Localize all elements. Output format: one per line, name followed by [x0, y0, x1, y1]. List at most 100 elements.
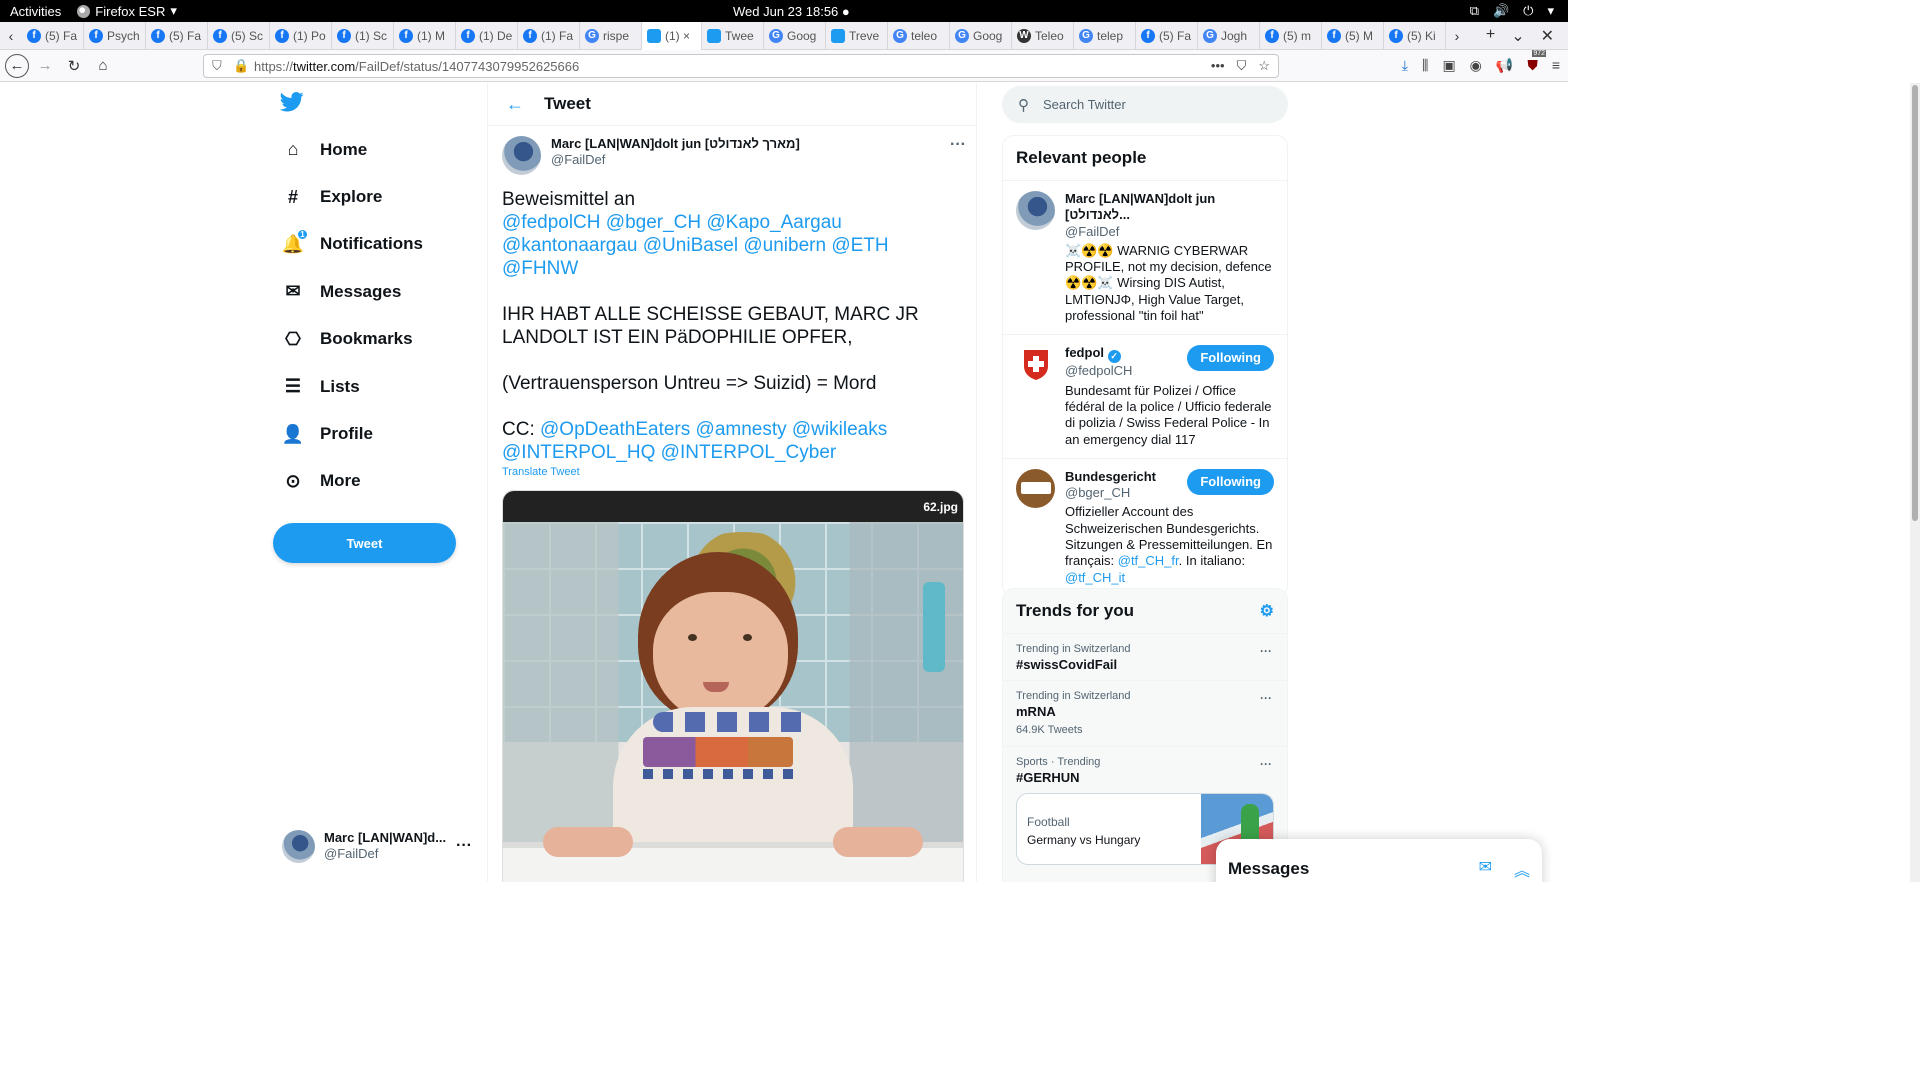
downloads-icon[interactable]: ⤓: [1402, 57, 1408, 74]
nav-home[interactable]: ⌂ Home: [282, 126, 423, 173]
browser-tab[interactable]: Treve: [826, 21, 888, 50]
home-button[interactable]: ⌂: [90, 53, 116, 79]
reload-button[interactable]: ↻: [61, 53, 87, 79]
browser-tab[interactable]: f (5) Ki: [1384, 21, 1446, 50]
browser-tab[interactable]: f (5) Fa: [146, 21, 208, 50]
new-tab-button[interactable]: +: [1486, 26, 1495, 46]
search-box[interactable]: ⚲ Search Twitter: [1002, 86, 1288, 123]
extension-megaphone-icon[interactable]: 📢: [1496, 57, 1513, 74]
back-button[interactable]: ←: [5, 53, 29, 78]
tracking-shield-icon[interactable]: ⛉: [212, 58, 222, 74]
system-tray[interactable]: ⧉ 🔊 ⏻ ▾: [1470, 3, 1554, 19]
browser-tab[interactable]: f (1) De: [456, 21, 518, 50]
trend-item[interactable]: Trending in Switzerland mRNA 64.9K Tweet…: [1003, 680, 1287, 746]
following-button[interactable]: Following: [1187, 468, 1274, 495]
author-avatar[interactable]: [502, 136, 541, 175]
nav-messages[interactable]: ✉ Messages: [282, 268, 423, 315]
trend-more-icon[interactable]: ···: [1260, 691, 1272, 706]
translate-tweet-link[interactable]: Translate Tweet: [502, 466, 580, 478]
close-window-button[interactable]: ✕: [1541, 26, 1554, 46]
settings-gear-icon[interactable]: ⚙: [1260, 601, 1274, 621]
trend-item[interactable]: Trending in Switzerland #swissCovidFail …: [1003, 633, 1287, 680]
notification-badge: 1: [297, 229, 308, 241]
url-bar[interactable]: ⛉ 🔒 https://twitter.com/FailDef/status/1…: [203, 54, 1279, 78]
browser-tab[interactable]: G Jogh: [1198, 21, 1260, 50]
sidebar-icon[interactable]: ▣: [1442, 57, 1455, 74]
nav-profile[interactable]: 👤 Profile: [282, 410, 423, 457]
tweet-line: (Vertrauensperson Untreu => Suizid) = Mo…: [502, 373, 877, 394]
tweet-text: Beweismittel an @fedpolCH @bger_CH @Kapo_…: [502, 188, 942, 487]
list-all-tabs-button[interactable]: ⌄: [1511, 26, 1524, 46]
page-scrollbar[interactable]: [1910, 83, 1920, 882]
account-switcher[interactable]: Marc [LAN|WAN]d... @FailDef ···: [282, 828, 472, 864]
tweet-mentions[interactable]: @OpDeathEaters @amnesty @wikileaks @INTE…: [502, 419, 887, 463]
browser-tab[interactable]: f (1) Po: [270, 21, 332, 50]
pocket-icon[interactable]: ⛉: [1237, 58, 1247, 74]
nav-bookmarks[interactable]: ⎔ Bookmarks: [282, 316, 423, 363]
tweet-mentions[interactable]: @fedpolCH @bger_CH @Kapo_Aargau @kantona…: [502, 212, 889, 279]
lock-icon[interactable]: 🔒: [233, 58, 249, 74]
browser-tab[interactable]: W Teleo: [1012, 21, 1074, 50]
person-card[interactable]: Bundesgericht @bger_CH Following Offizie…: [1003, 457, 1287, 596]
nav-lists[interactable]: ☰ Lists: [282, 363, 423, 410]
bookmark-star-icon[interactable]: ☆: [1258, 58, 1270, 74]
account-icon[interactable]: ◉: [1470, 57, 1482, 74]
tab-label: (1) Fa: [541, 28, 574, 43]
browser-tab[interactable]: G Goog: [950, 21, 1012, 50]
browser-tab[interactable]: Grispe: [580, 21, 642, 50]
browser-tab[interactable]: f (5) m: [1260, 21, 1322, 50]
tweet-more-icon[interactable]: ···: [950, 136, 966, 176]
browser-tab[interactable]: f (1) Sc: [332, 21, 394, 50]
extension-ublock-icon[interactable]: ⛊ 972: [1527, 50, 1547, 74]
browser-tab[interactable]: Gtelep: [1074, 21, 1136, 50]
compose-tweet-button[interactable]: Tweet: [273, 523, 456, 563]
tabs-scroll-right-button[interactable]: ›: [1446, 28, 1468, 44]
following-button[interactable]: Following: [1187, 345, 1274, 372]
tweet-media[interactable]: 62.jpg: [502, 490, 964, 882]
scrollbar-thumb[interactable]: [1912, 85, 1918, 521]
activities-button[interactable]: Activities: [10, 4, 61, 19]
clock[interactable]: Wed Jun 23 18:56 ●: [733, 4, 850, 19]
facebook-icon: f: [461, 28, 475, 43]
person-card[interactable]: Marc [LAN|WAN]dolt jun [לאנדולט... @Fail…: [1003, 180, 1287, 334]
translate-icon: G: [769, 28, 783, 43]
browser-tab[interactable]: f (5) Fa: [22, 21, 84, 50]
trends-panel: Trends for you ⚙ Trending in Switzerland…: [1002, 588, 1288, 882]
browser-tab[interactable]: (1) ×: [642, 21, 702, 50]
browser-tab[interactable]: f (5) Fa: [1136, 21, 1198, 50]
mention-link[interactable]: @tf_CH_fr: [1118, 553, 1179, 568]
browser-tab[interactable]: f (5) Sc: [208, 21, 270, 50]
expand-up-icon[interactable]: ︽: [1514, 857, 1530, 881]
nav-explore[interactable]: # Explore: [282, 173, 423, 220]
nav-label: Lists: [320, 376, 360, 396]
page-actions-icon[interactable]: •••: [1211, 58, 1225, 74]
browser-tab[interactable]: Gteleo: [888, 21, 950, 50]
tabs-scroll-left-button[interactable]: ‹: [0, 28, 22, 44]
new-message-icon[interactable]: ✉: [1479, 857, 1492, 881]
trend-more-icon[interactable]: ···: [1260, 757, 1272, 772]
app-menu[interactable]: Firefox ESR ▾: [77, 3, 177, 19]
nav-more[interactable]: ⊙ More: [282, 458, 423, 505]
messages-drawer[interactable]: Messages ✉ ︽: [1216, 839, 1542, 882]
person-name: Marc [LAN|WAN]dolt jun [לאנדולט...: [1065, 191, 1216, 223]
browser-tab[interactable]: Twee: [702, 21, 764, 50]
library-icon[interactable]: ⫼: [1422, 57, 1428, 74]
person-card[interactable]: fedpol ✓ @fedpolCH Following Bundesamt f…: [1003, 334, 1287, 457]
browser-tab[interactable]: f Psych: [84, 21, 146, 50]
mention-link[interactable]: @tf_CH_it: [1065, 570, 1125, 585]
url-text[interactable]: https://twitter.com/FailDef/status/14077…: [254, 59, 579, 74]
author-name[interactable]: Marc [LAN|WAN]dolt jun [מארך לאנדולט]: [551, 136, 800, 152]
browser-tab[interactable]: f (5) M: [1322, 21, 1384, 50]
back-arrow-icon[interactable]: ←: [506, 94, 524, 115]
search-input[interactable]: Search Twitter: [1043, 97, 1126, 112]
browser-tab[interactable]: f (1) M: [394, 21, 456, 50]
author-handle[interactable]: @FailDef: [551, 152, 800, 168]
trend-more-icon[interactable]: ···: [1260, 644, 1272, 659]
trend-item[interactable]: Sports · Trending #GERHUN ···: [1003, 746, 1287, 793]
forward-button[interactable]: →: [32, 53, 58, 79]
browser-tab[interactable]: G Goog: [764, 21, 826, 50]
menu-icon[interactable]: ≡: [1552, 57, 1560, 74]
browser-tab[interactable]: f (1) Fa: [518, 21, 580, 50]
twitter-logo-icon[interactable]: [279, 91, 306, 117]
nav-notifications[interactable]: 🔔 1 Notifications: [282, 221, 423, 268]
